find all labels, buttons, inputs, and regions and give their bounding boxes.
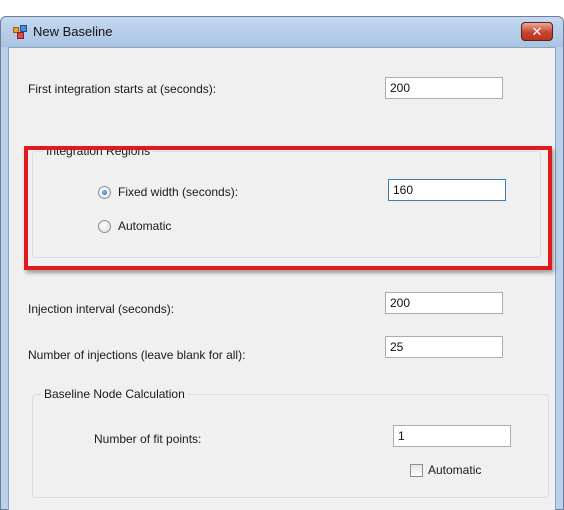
num-injections-label: Number of injections (leave blank for al…	[28, 348, 246, 362]
fit-points-input[interactable]	[393, 425, 511, 447]
injection-interval-input[interactable]	[385, 292, 503, 314]
baseline-node-group: Baseline Node Calculation Number of fit …	[32, 387, 549, 498]
num-injections-input[interactable]	[385, 336, 503, 358]
close-icon: ✕	[531, 24, 543, 39]
title-bar[interactable]: New Baseline ✕	[1, 17, 563, 47]
automatic-checkbox[interactable]	[410, 464, 423, 477]
dialog-window: New Baseline ✕ First integration starts …	[0, 16, 564, 510]
baseline-node-title: Baseline Node Calculation	[41, 387, 188, 401]
first-integration-label: First integration starts at (seconds):	[28, 82, 217, 96]
fit-points-label: Number of fit points:	[94, 432, 202, 446]
app-icon	[13, 25, 27, 39]
dialog-client-area: First integration starts at (seconds): I…	[8, 47, 556, 510]
window-title: New Baseline	[33, 24, 113, 39]
close-button[interactable]: ✕	[521, 22, 553, 41]
first-integration-input[interactable]	[385, 77, 503, 99]
automatic-checkbox-label[interactable]: Automatic	[428, 463, 481, 477]
injection-interval-label: Injection interval (seconds):	[28, 302, 175, 316]
highlight-box	[24, 146, 552, 270]
